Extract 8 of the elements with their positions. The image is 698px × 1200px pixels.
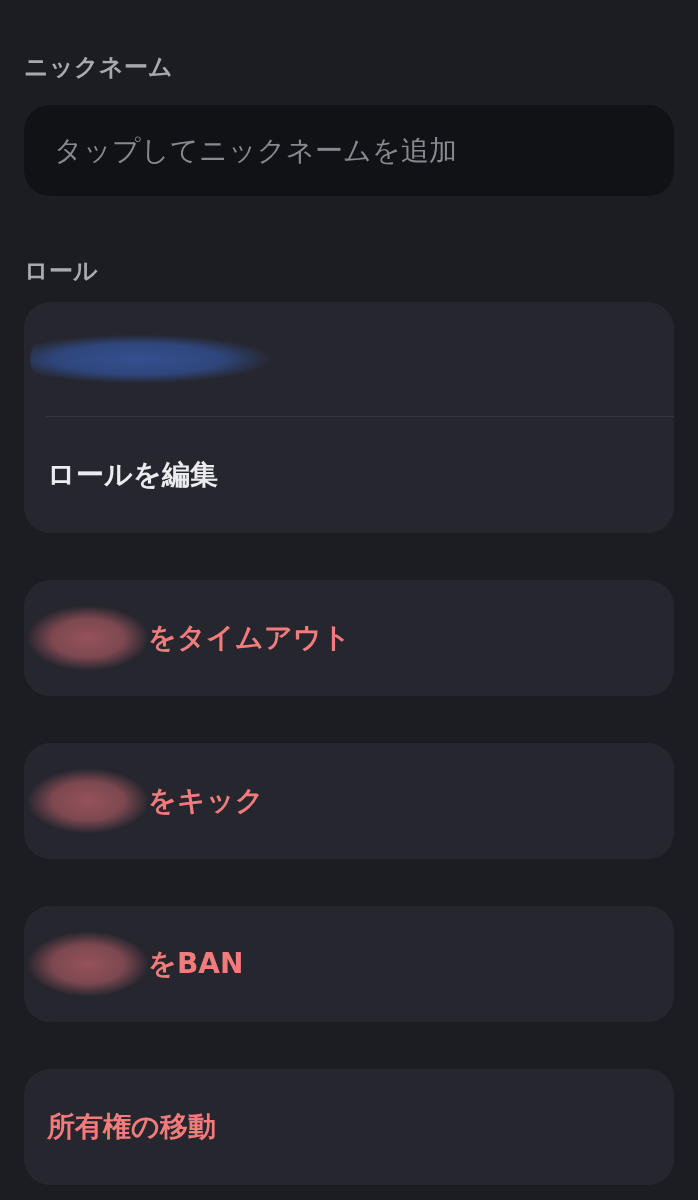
section-label: ニックネーム xyxy=(24,54,173,80)
action-button[interactable]: をタイムアウト xyxy=(24,580,674,696)
action-button[interactable]: をBAN xyxy=(24,906,674,1022)
action-button[interactable]: をキック xyxy=(24,743,674,859)
nickname-field[interactable]: タップしてニックネームを追加 xyxy=(24,105,674,196)
section-label: ロール xyxy=(24,258,98,284)
edit-roles-button[interactable]: ロールを編集 xyxy=(24,417,674,533)
action-button[interactable]: 所有権の移動 xyxy=(24,1069,674,1185)
